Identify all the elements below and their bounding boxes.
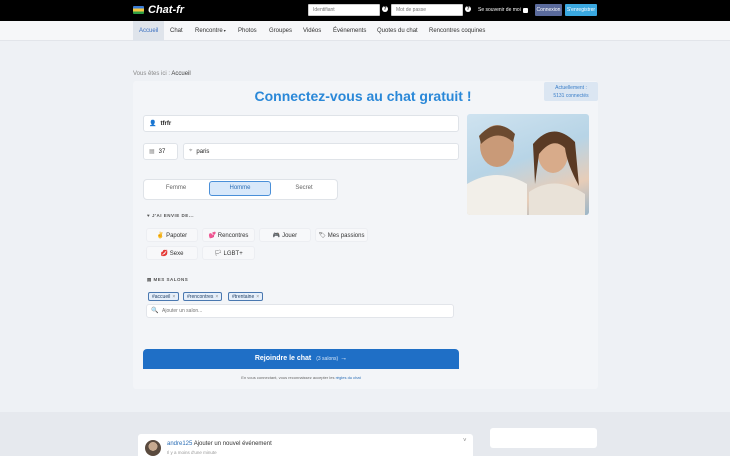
gamepad-icon: 🎮 [272,233,281,239]
nav-quotes[interactable]: Quotes du chat [371,21,424,41]
nav-rencontres-coquines[interactable]: Rencontres coquines [423,21,491,41]
join-sub: (3 salons) [316,356,339,362]
salon-tag[interactable]: #accueil × [148,292,180,301]
terms-notice: En vous connectant, vous reconnaissez ac… [143,375,459,380]
hearts-icon: 💕 [208,233,217,239]
close-icon[interactable]: × [215,294,218,300]
envie-rencontres[interactable]: 💕 Rencontres [202,228,255,242]
rules-link[interactable]: règles du chat [336,375,361,380]
couple-photo-art [467,125,585,215]
city-field[interactable]: ⌖ paris [183,143,459,160]
envie-passions-label: Mes passions [327,233,365,239]
password-help-icon[interactable]: ? [465,6,471,12]
register-button[interactable]: S'enregistrer [565,4,597,16]
username-help-icon[interactable]: ? [382,6,388,12]
pseudo-field[interactable]: 👤 tfrfr [143,115,459,132]
nav-photos[interactable]: Photos [232,21,263,41]
remember-checkbox[interactable] [522,7,528,13]
close-icon[interactable]: × [256,294,259,300]
nav-chat[interactable]: Chat [164,21,189,41]
connexion-button[interactable]: Connexion [535,4,562,16]
envie-passions[interactable]: 🏷 Mes passions [315,228,368,242]
gender-homme[interactable]: Homme [209,181,271,196]
arrow-right-icon: → [340,355,348,362]
gender-secret[interactable]: Secret [275,181,333,196]
salons-section-label: ▤ MES SALONS [147,277,188,283]
chevron-down-icon: ▾ [223,28,226,33]
main-nav: Accueil Chat Rencontre▾ Photos Groupes V… [0,21,730,41]
salon-tag[interactable]: #rencontres × [183,292,223,301]
lips-icon: 💋 [160,251,169,257]
side-widget [490,428,597,448]
couple-photo [467,114,589,215]
salon-tag-label: #rencontres [187,294,214,300]
username-input[interactable] [308,4,380,16]
age-icon: ▦ [149,149,155,155]
age-value: 37 [158,148,166,155]
page-title: Connectez-vous au chat gratuit ! [254,88,472,104]
salon-tag[interactable]: #trentaine × [228,292,264,301]
search-icon: 🔍 [151,308,159,314]
join-label: Rejoindre le chat [254,355,312,362]
rainbow-flag-icon: 🏳 [214,251,222,257]
avatar[interactable] [145,440,161,456]
envie-section-label: ♥ J'AI ENVIE DE... [147,213,194,218]
envie-papoter[interactable]: ✌ Papoter [146,228,198,242]
envie-sexe[interactable]: 💋 Sexe [146,246,198,260]
breadcrumb-current[interactable]: Accueil [171,71,190,77]
envie-rencontres-label: Rencontres [217,233,249,239]
tag-icon: 🏷 [318,233,327,239]
city-value: paris [196,148,210,155]
flag-icon [133,6,144,14]
breadcrumb: Vous êtes ici : Accueil [133,71,191,77]
remember-me[interactable]: Se souvenir de moi [478,7,528,13]
terms-text: En vous connectant, vous reconnaissez ac… [241,375,335,380]
gender-femme[interactable]: Femme [147,181,205,196]
logo[interactable]: Chat-fr [133,4,184,16]
feed-user-link[interactable]: andre125 [167,441,192,447]
nav-rencontre-label: Rencontre [195,28,223,34]
envie-papoter-label: Papoter [166,233,188,239]
envie-label-text: J'AI ENVIE DE... [151,213,195,218]
salon-tag-label: #trentaine [232,294,255,300]
peace-icon: ✌ [156,233,165,239]
logo-text: Chat-fr [148,4,185,16]
user-icon: 👤 [149,121,157,127]
feed-action: Ajouter un nouvel événement [193,441,272,447]
nav-accueil[interactable]: Accueil [133,21,165,41]
envie-jouer[interactable]: 🎮 Jouer [259,228,311,242]
salons-label-text: MES SALONS [153,277,189,282]
nav-rencontre[interactable]: Rencontre▾ [189,21,232,41]
pseudo-value: tfrfr [160,120,172,127]
nav-groupes[interactable]: Groupes [263,21,298,41]
feed-text: andre125 Ajouter un nouvel événement [167,441,272,447]
envie-sexe-label: Sexe [169,251,184,257]
nav-evenements[interactable]: Événements [327,21,372,41]
envie-lgbt-label: LGBT+ [223,251,243,257]
chevron-down-icon[interactable]: ˅ [463,438,467,444]
password-input[interactable] [391,4,463,16]
breadcrumb-prefix: Vous êtes ici : [133,71,171,77]
nav-videos[interactable]: Vidéos [297,21,327,41]
salon-search-input[interactable] [146,304,454,318]
envie-lgbt[interactable]: 🏳 LGBT+ [202,246,255,260]
join-chat-button[interactable]: Rejoindre le chat (3 salons) → [143,349,459,369]
feed-time: Il y a moins d'une minute [167,450,217,455]
envie-jouer-label: Jouer [282,233,298,239]
age-field[interactable]: ▦ 37 [143,143,178,160]
heart-icon: ♥ [147,213,151,218]
location-icon: ⌖ [189,148,193,154]
remember-label: Se souvenir de moi [478,7,521,13]
close-icon[interactable]: × [172,294,175,300]
salon-tag-label: #accueil [152,294,171,300]
salons-icon: ▤ [147,277,152,282]
